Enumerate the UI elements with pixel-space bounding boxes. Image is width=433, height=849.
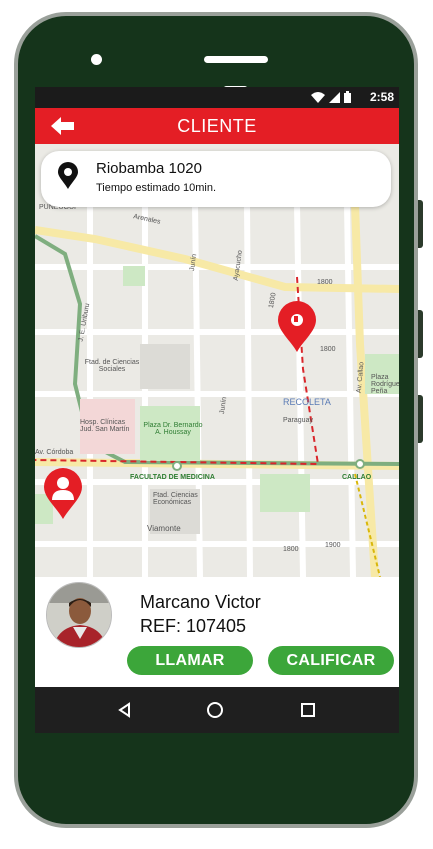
location-pin-icon xyxy=(278,301,316,352)
map-label-ciencias-sociales: Ftad. de Ciencias Sociales xyxy=(84,359,140,373)
map-label-1800-d: 1800 xyxy=(283,546,299,553)
signal-icon xyxy=(329,91,340,103)
status-time: 2:58 xyxy=(369,90,394,104)
map-label-recoleta: RECOLETA xyxy=(283,397,331,407)
driver-panel: Marcano Victor REF: 107405 LLAMAR CALIFI… xyxy=(35,577,399,687)
phone-screen: 2:58 CLIENTE PUNEUGUI Arenales Junín Aya… xyxy=(35,87,399,733)
map-pin-icon xyxy=(58,162,78,189)
map-label-1900: 1900 xyxy=(325,542,341,549)
estimated-time: Tiempo estimado 10min. xyxy=(96,182,217,194)
back-triangle-icon xyxy=(118,702,130,718)
app-bar: CLIENTE xyxy=(35,108,399,144)
volume-down-button xyxy=(418,310,423,358)
destination-address: Riobamba 1020 xyxy=(96,160,202,177)
nav-recents-button[interactable] xyxy=(298,700,318,720)
call-button[interactable]: LLAMAR xyxy=(127,646,253,675)
map-label-plaza-houssay: Plaza Dr. Bernardo A. Houssay xyxy=(143,422,203,436)
map-label-ciencias-economicas: Ftad. Ciencias Económicas xyxy=(153,492,198,506)
wifi-icon xyxy=(311,91,325,103)
map-label-av-cordoba: Av. Córdoba xyxy=(35,449,74,456)
driver-ref: REF: 107405 xyxy=(140,616,247,636)
front-camera xyxy=(91,54,102,65)
map-label-callao-station: CALLAO xyxy=(342,474,372,481)
map-label-1800-a: 1800 xyxy=(317,279,333,286)
map-label-facultad-medicina: FACULTAD DE MEDICINA xyxy=(130,474,215,481)
map-label-plaza-rodriguez: Plaza Rodríguez Peña xyxy=(371,374,399,395)
android-nav-bar xyxy=(35,687,399,733)
destination-card: Riobamba 1020 Tiempo estimado 10min. xyxy=(41,151,391,207)
map-view[interactable]: PUNEUGUI Arenales Junín Ayacucho 1800 18… xyxy=(35,144,399,577)
client-user-icon xyxy=(44,468,82,519)
map-label-paraguay: Paraguay xyxy=(283,417,313,424)
nav-home-button[interactable] xyxy=(205,700,225,720)
driver-photo-icon xyxy=(47,583,111,647)
speaker-grille xyxy=(204,56,268,63)
status-bar: 2:58 xyxy=(35,87,399,108)
driver-avatar xyxy=(46,582,112,648)
map-label-hosp-clinicas: Hosp. Clínicas Jud. San Martín xyxy=(80,419,130,433)
driver-name: Marcano Victor xyxy=(140,592,261,612)
rate-button[interactable]: CALIFICAR xyxy=(268,646,394,675)
map-label-viamonte: Viamonte xyxy=(147,524,181,533)
nav-back-button[interactable] xyxy=(115,700,135,720)
home-circle-icon xyxy=(207,702,223,718)
power-button xyxy=(418,395,423,443)
battery-icon xyxy=(344,91,351,103)
map-label-1800-c: 1800 xyxy=(320,346,336,353)
recents-square-icon xyxy=(301,703,315,717)
volume-up-button xyxy=(418,200,423,248)
page-title: CLIENTE xyxy=(177,116,257,136)
